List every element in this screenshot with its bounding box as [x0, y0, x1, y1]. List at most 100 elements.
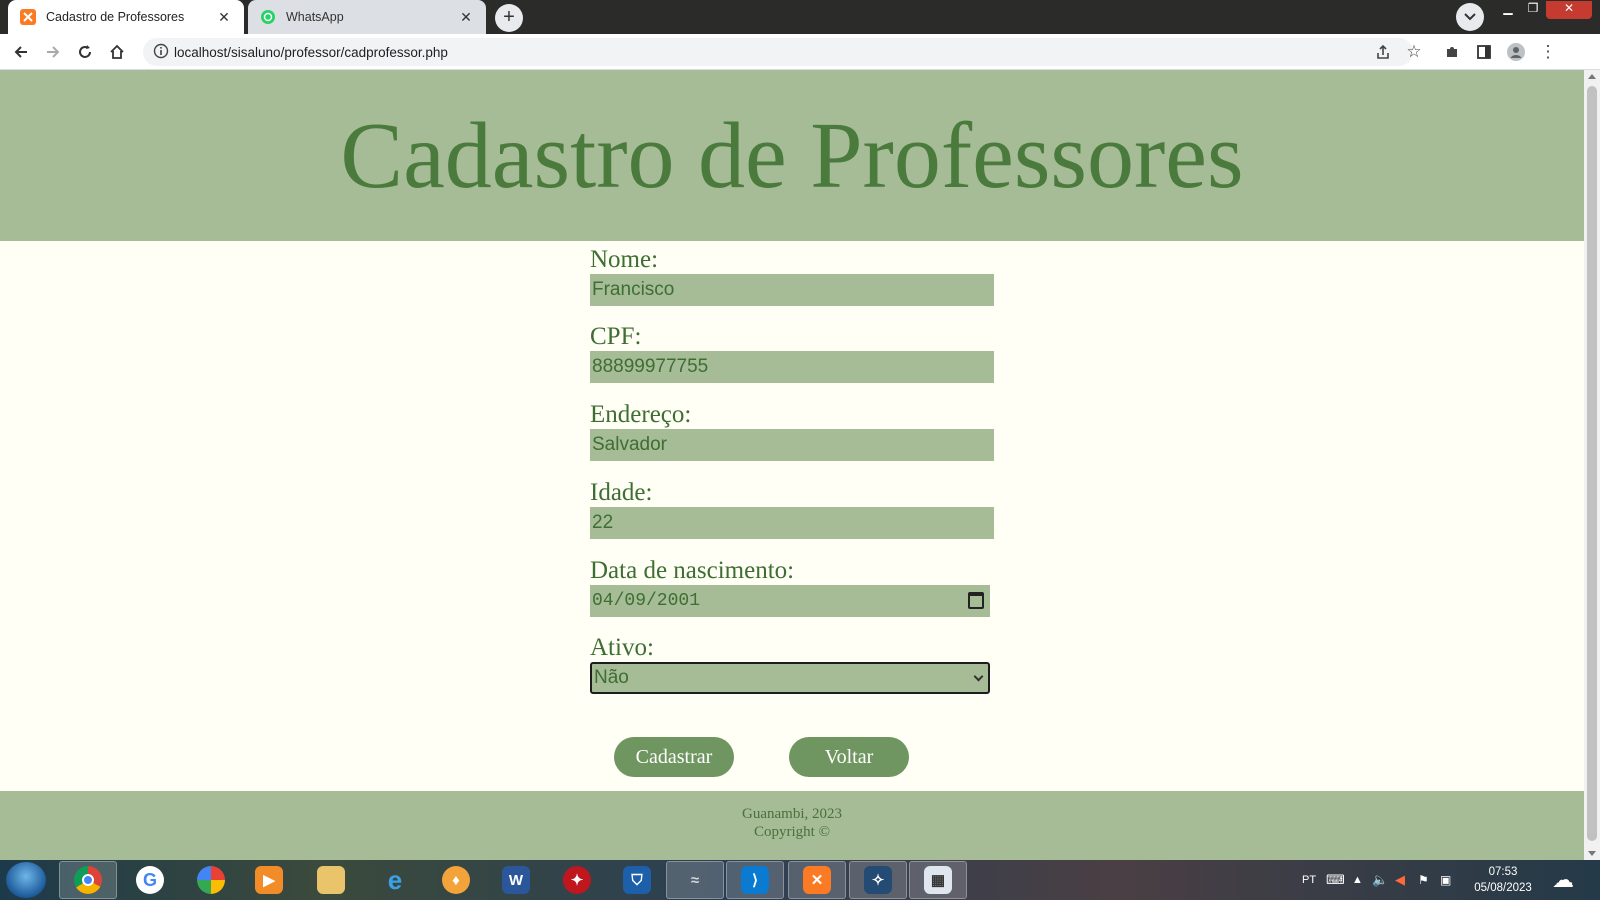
tab-cadastro[interactable]: Cadastro de Professores ✕: [8, 0, 244, 34]
scroll-up-arrow-icon[interactable]: [1588, 74, 1596, 79]
xampp-icon: ✕: [803, 866, 831, 894]
scroll-thumb[interactable]: [1587, 86, 1597, 841]
vpn-shield-icon: ♦: [442, 866, 470, 894]
volume-icon[interactable]: 🔈: [1372, 860, 1388, 900]
back-arrow-icon[interactable]: [9, 40, 33, 64]
page-footer: Guanambi, 2023 Copyright ©: [0, 791, 1584, 860]
nome-input[interactable]: Francisco: [590, 274, 994, 306]
weather-cloud-icon[interactable]: ☁: [1552, 860, 1574, 900]
action-center-flag-icon[interactable]: ⚑: [1418, 860, 1429, 900]
field-nascimento: Data de nascimento: 04/09/2001: [590, 557, 1010, 617]
tab-close-icon[interactable]: ✕: [216, 9, 232, 26]
chevron-down-icon: [1464, 13, 1476, 21]
whatsapp-favicon-icon: [260, 9, 276, 25]
new-tab-button[interactable]: +: [495, 4, 523, 32]
footer-copyright: Copyright ©: [754, 824, 830, 840]
taskbar-vpn[interactable]: ♦: [427, 861, 485, 899]
red-logo-icon: ✦: [563, 866, 591, 894]
taskbar-chrome[interactable]: [59, 861, 117, 899]
chevron-down-icon: [973, 671, 984, 682]
security-shield-icon: ⛉: [623, 866, 651, 894]
home-icon[interactable]: [105, 40, 129, 64]
nascimento-label: Data de nascimento:: [590, 557, 795, 584]
reload-icon[interactable]: [73, 40, 97, 64]
address-bar[interactable]: localhost/sisaluno/professor/cadprofesso…: [143, 38, 1413, 66]
scroll-down-arrow-icon[interactable]: [1588, 851, 1596, 856]
google-icon: G: [136, 866, 164, 894]
bookmark-star-icon[interactable]: ☆: [1402, 40, 1426, 64]
page-scrollbar[interactable]: [1584, 70, 1600, 860]
nascimento-value: 04/09/2001: [592, 591, 701, 611]
share-icon[interactable]: [1371, 40, 1395, 64]
field-idade: Idade: 22: [590, 479, 1010, 539]
field-cpf: CPF: 88899977755: [590, 323, 1010, 383]
vscode-icon: ⟩: [741, 866, 769, 894]
page-header: Cadastro de Professores: [0, 70, 1584, 241]
forward-arrow-icon[interactable]: [41, 40, 65, 64]
extensions-icon[interactable]: [1440, 40, 1464, 64]
keyboard-icon[interactable]: ⌨: [1326, 860, 1345, 900]
network-icon[interactable]: ▣: [1440, 860, 1451, 900]
word-icon: W: [502, 866, 530, 894]
taskbar-mysql[interactable]: ≈: [666, 861, 724, 899]
taskbar-word[interactable]: W: [487, 861, 545, 899]
taskbar-ie[interactable]: e: [366, 861, 424, 899]
taskbar-gaming-app[interactable]: ✦: [548, 861, 606, 899]
tab-whatsapp[interactable]: WhatsApp ✕: [248, 0, 486, 34]
clock-time: 07:53: [1488, 866, 1518, 878]
taskbar-explorer[interactable]: [302, 861, 360, 899]
media-player-icon: ▶: [255, 866, 283, 894]
xampp-favicon-icon: [20, 9, 36, 25]
tray-expand-icon[interactable]: ▲: [1352, 860, 1363, 900]
kebab-menu-icon[interactable]: ⋮: [1536, 40, 1560, 64]
start-button[interactable]: [6, 862, 46, 898]
endereco-input[interactable]: Salvador: [590, 429, 994, 461]
chrome-icon: [74, 866, 102, 894]
taskbar-google[interactable]: G: [121, 861, 179, 899]
clock-date: 05/08/2023: [1474, 882, 1532, 894]
web-page: Cadastro de Professores Nome: Francisco …: [0, 70, 1584, 860]
tab-search-button[interactable]: [1456, 3, 1484, 31]
taskbar-workbench[interactable]: ✧: [849, 861, 907, 899]
calendar-icon[interactable]: [968, 592, 984, 609]
windows-taskbar: G ▶ e ♦ W ✦ ⛉ ≈ ⟩ ✕ ✧ ▦ PT ⌨ ▲ 🔈 ◀ ⚑ ▣ 0…: [0, 860, 1600, 900]
taskbar-vscode[interactable]: ⟩: [726, 861, 784, 899]
workbench-icon: ✧: [864, 866, 892, 894]
ativo-selected-value: Não: [594, 667, 629, 688]
info-icon[interactable]: [153, 43, 171, 61]
browser-tabstrip: Cadastro de Professores ✕ WhatsApp ✕ + ▁…: [0, 0, 1600, 34]
taskbar-media-player[interactable]: ▶: [240, 861, 298, 899]
folder-icon: [317, 866, 345, 894]
tab-title: Cadastro de Professores: [46, 10, 185, 24]
browser-toolbar: localhost/sisaluno/professor/cadprofesso…: [0, 34, 1600, 70]
cadastrar-button[interactable]: Cadastrar: [614, 737, 734, 777]
tab-close-icon[interactable]: ✕: [458, 9, 474, 26]
maximize-button[interactable]: ❐: [1521, 1, 1545, 19]
speaker-muted-icon[interactable]: ◀: [1395, 860, 1405, 900]
calculator-icon: ▦: [924, 866, 952, 894]
photos-pinwheel-icon: [197, 866, 225, 894]
taskbar-security-app[interactable]: ⛉: [608, 861, 666, 899]
minimize-button[interactable]: ▁: [1496, 1, 1520, 19]
taskbar-calculator[interactable]: ▦: [909, 861, 967, 899]
idade-input[interactable]: 22: [590, 507, 994, 539]
cpf-label: CPF:: [590, 323, 642, 350]
taskbar-photos[interactable]: [182, 861, 240, 899]
voltar-button[interactable]: Voltar: [789, 737, 909, 777]
window-close-button[interactable]: ✕: [1546, 1, 1592, 19]
nascimento-date-input[interactable]: 04/09/2001: [590, 585, 990, 617]
field-nome: Nome: Francisco: [590, 246, 1010, 306]
taskbar-xampp[interactable]: ✕: [788, 861, 846, 899]
cpf-input[interactable]: 88899977755: [590, 351, 994, 383]
url-text: localhost/sisaluno/professor/cadprofesso…: [174, 45, 448, 60]
field-ativo: Ativo: Não: [590, 634, 1010, 694]
ativo-select[interactable]: Não: [590, 662, 990, 694]
footer-location: Guanambi, 2023: [742, 806, 842, 822]
side-panel-icon[interactable]: [1472, 40, 1496, 64]
field-endereco: Endereço: Salvador: [590, 401, 1010, 461]
endereco-label: Endereço:: [590, 401, 692, 428]
taskbar-clock[interactable]: 07:53 05/08/2023: [1468, 864, 1538, 896]
mysql-dolphin-icon: ≈: [690, 871, 700, 889]
profile-avatar-icon[interactable]: [1504, 40, 1528, 64]
language-indicator[interactable]: PT: [1302, 860, 1316, 900]
